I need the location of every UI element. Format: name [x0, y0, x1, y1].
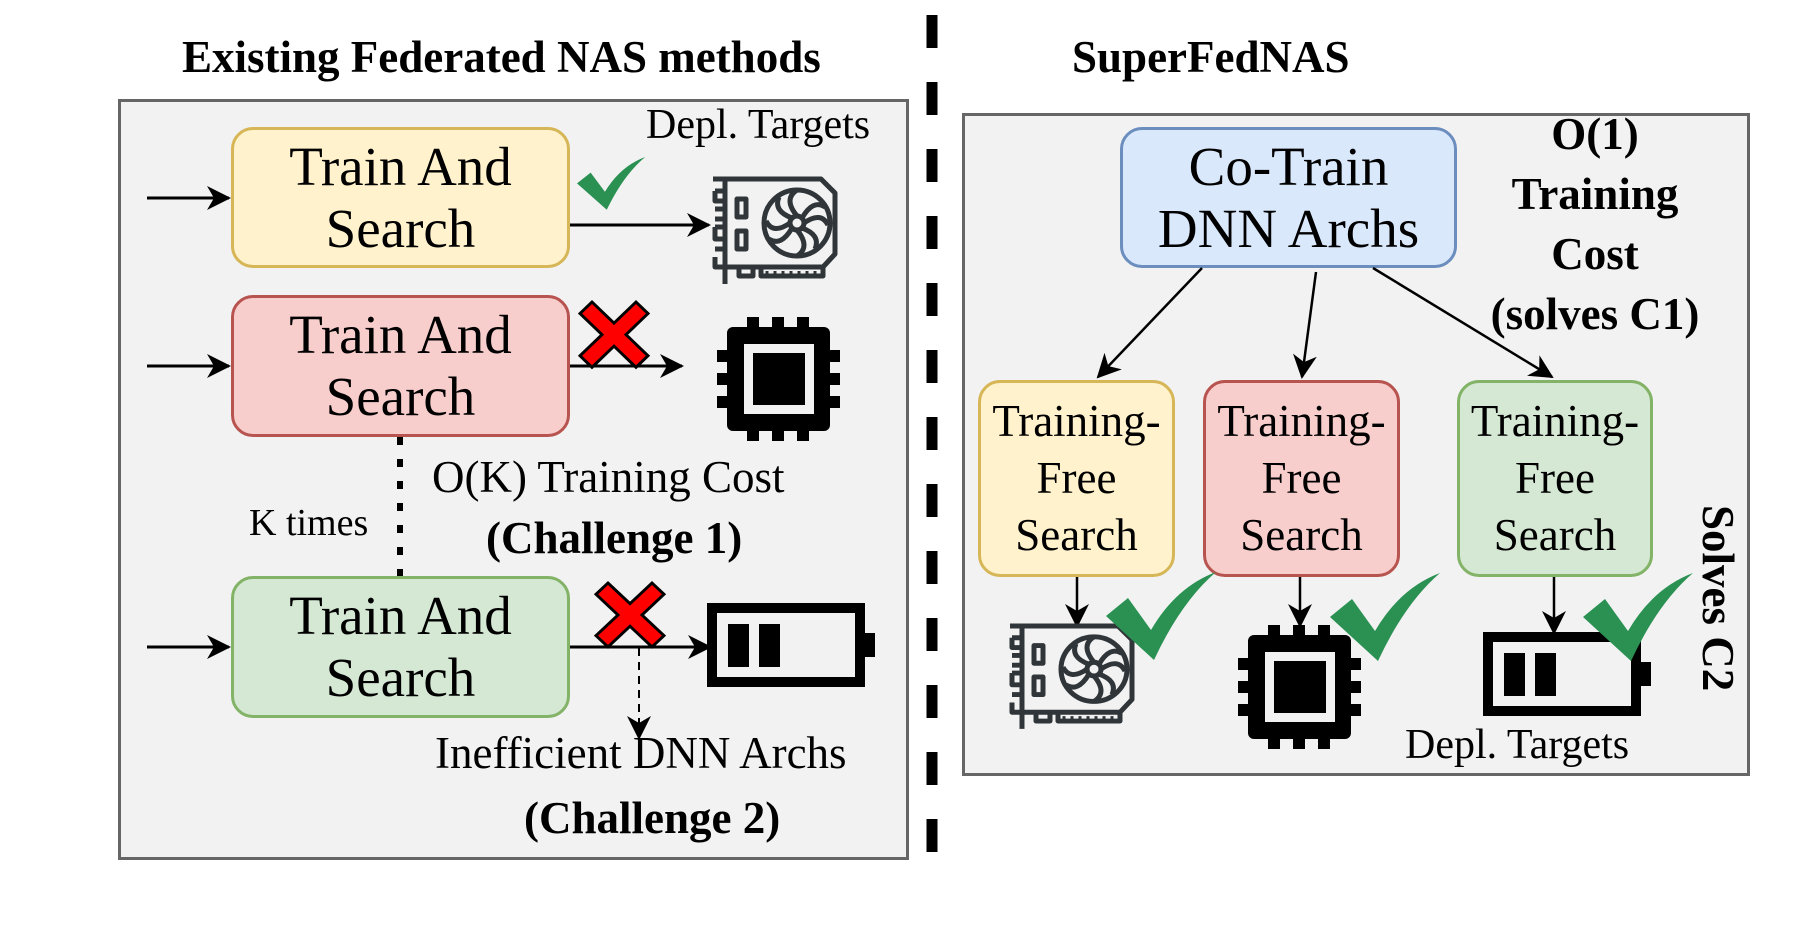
cross-icon [594, 581, 666, 649]
check-icon [577, 157, 646, 210]
battery-icon [712, 608, 875, 682]
check-icon [1106, 572, 1216, 660]
cotrain-arrow-1 [1096, 267, 1203, 379]
cross-icon [578, 300, 650, 369]
gpu-icon [713, 179, 835, 284]
diagram-canvas: Existing Federated NAS methods SuperFedN… [0, 0, 1800, 930]
gpu-icon [1010, 626, 1132, 729]
graphics-layer [147, 157, 1693, 749]
cotrain-arrow-3 [1372, 266, 1554, 379]
cpu-icon [717, 317, 840, 441]
cpu-icon [1238, 625, 1361, 749]
cotrain-arrow-2 [1293, 271, 1318, 379]
